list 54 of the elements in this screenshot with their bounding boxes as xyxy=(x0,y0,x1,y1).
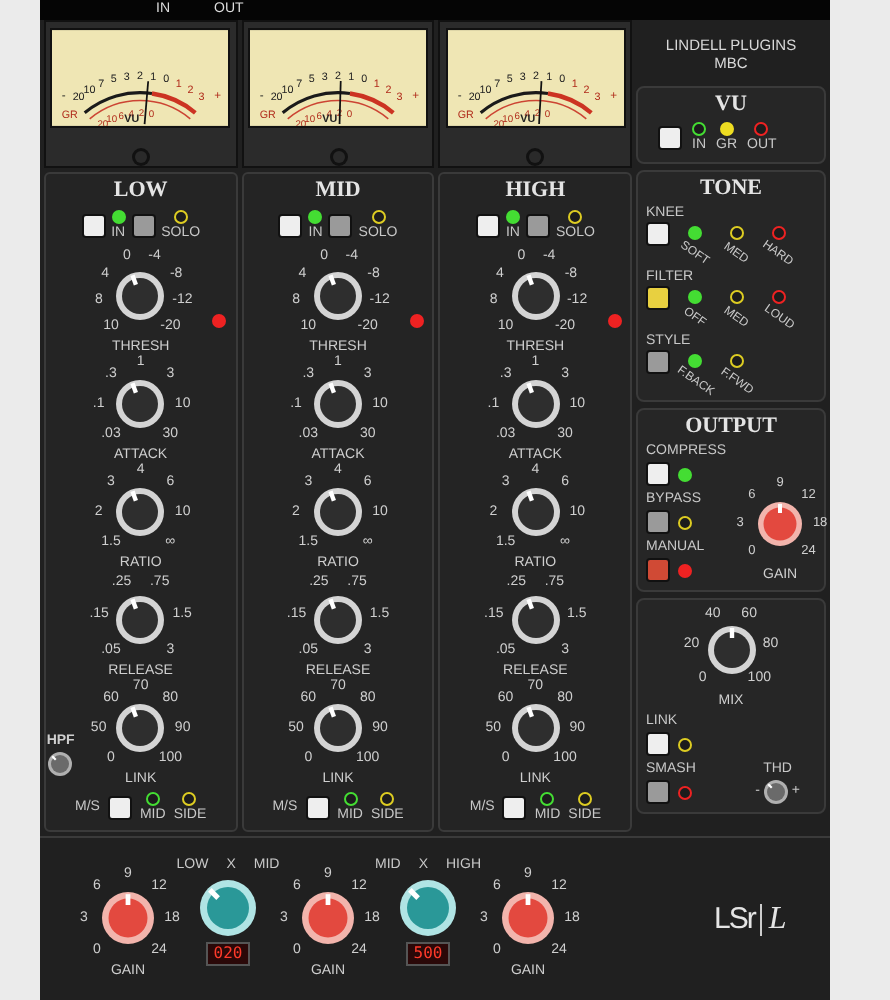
solo-button[interactable] xyxy=(328,214,353,238)
band-title: HIGH xyxy=(505,178,566,204)
knob[interactable] xyxy=(116,704,165,752)
knob[interactable] xyxy=(116,596,165,644)
knob[interactable] xyxy=(511,488,560,536)
in-button[interactable] xyxy=(278,214,303,238)
ms-button[interactable] xyxy=(502,796,527,820)
knob[interactable] xyxy=(314,596,362,644)
band-title: LOW xyxy=(113,178,168,204)
solo-button[interactable] xyxy=(525,214,550,238)
toggle-button[interactable] xyxy=(646,780,670,804)
knob[interactable] xyxy=(502,892,554,944)
in-button[interactable] xyxy=(81,214,106,238)
toggle-button[interactable] xyxy=(646,558,670,582)
knob[interactable] xyxy=(302,892,354,944)
knob[interactable] xyxy=(400,880,456,936)
knob[interactable] xyxy=(763,780,788,804)
vu-button[interactable] xyxy=(658,126,682,150)
panel-title: VU xyxy=(715,92,747,118)
toggle-button[interactable] xyxy=(646,732,670,756)
meter-scale-arc xyxy=(479,91,592,120)
knob[interactable] xyxy=(48,752,73,776)
knob[interactable] xyxy=(314,272,362,320)
knob[interactable] xyxy=(314,488,362,536)
band-title: MID xyxy=(315,178,361,204)
knob[interactable] xyxy=(511,596,560,644)
frequency-display: 020 xyxy=(205,942,251,966)
knob[interactable] xyxy=(511,704,560,752)
ms-button[interactable] xyxy=(107,796,132,820)
knob[interactable] xyxy=(707,626,755,674)
knob[interactable] xyxy=(116,272,165,320)
knob[interactable] xyxy=(314,380,362,428)
logo: LSr L xyxy=(714,901,787,937)
toggle-button[interactable] xyxy=(646,462,670,486)
meter-scale-arc xyxy=(281,91,395,120)
knob[interactable] xyxy=(758,502,803,546)
toggle-button[interactable] xyxy=(646,286,670,310)
knob[interactable] xyxy=(116,380,165,428)
solo-button[interactable] xyxy=(131,214,156,238)
in-button[interactable] xyxy=(475,214,500,238)
meter-scale-arc xyxy=(84,91,198,120)
toggle-button[interactable] xyxy=(646,350,670,374)
panel-title: OUTPUT xyxy=(685,414,777,440)
ms-button[interactable] xyxy=(305,796,330,820)
knob[interactable] xyxy=(511,272,560,320)
panel-title: TONE xyxy=(700,176,762,202)
knob[interactable] xyxy=(200,880,256,936)
frequency-display: 500 xyxy=(405,942,451,966)
toggle-button[interactable] xyxy=(646,222,670,246)
knob[interactable] xyxy=(511,380,560,428)
knob[interactable] xyxy=(314,704,362,752)
toggle-button[interactable] xyxy=(646,510,670,534)
knob[interactable] xyxy=(102,892,154,944)
knob[interactable] xyxy=(116,488,165,536)
